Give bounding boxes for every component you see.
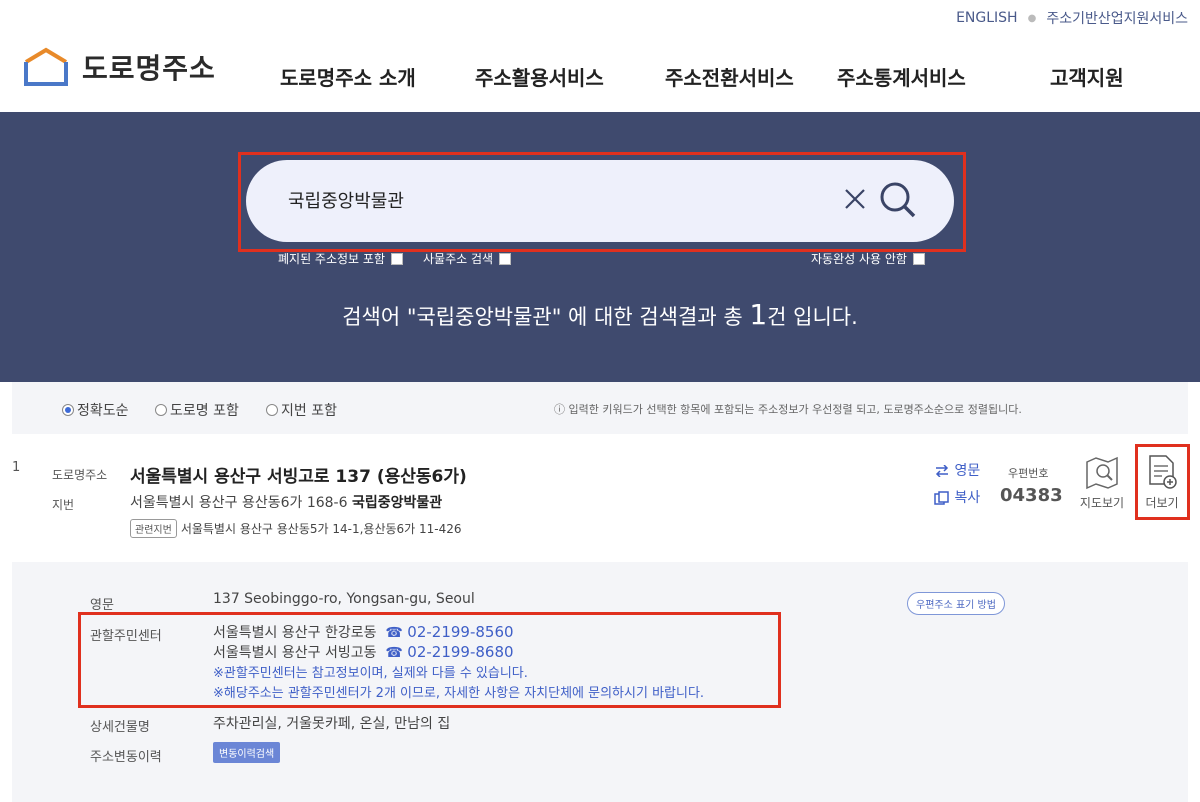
map-view-label: 지도보기	[1079, 496, 1125, 510]
main-nav: 도로명주소 소개 주소활용서비스 주소전환서비스 주소통계서비스 고객지원	[250, 62, 1200, 98]
center-highlight-box	[78, 612, 781, 708]
house-logo-icon	[24, 47, 68, 86]
sort-note: ⓘ 입력한 키워드가 선택한 항목에 포함되는 주소정보가 우선정렬 되고, 도…	[554, 403, 1022, 416]
postal-guide-button[interactable]: 우편주소 표기 방법	[907, 592, 1005, 615]
english-label: 영문	[954, 463, 981, 479]
checkbox[interactable]	[391, 252, 403, 265]
utility-links: ENGLISH ● 주소기반산업지원서비스	[956, 8, 1188, 28]
nav-item-usage[interactable]: 주소활용서비스	[475, 62, 604, 91]
copy-button[interactable]: 복사	[934, 487, 980, 507]
building-name: 국립중앙박물관	[351, 495, 443, 511]
swap-icon	[935, 464, 949, 478]
nav-item-stats[interactable]: 주소통계서비스	[837, 62, 966, 91]
radio-selected[interactable]	[62, 404, 74, 416]
map-icon	[1086, 456, 1118, 490]
building-detail-label: 상세건물명	[90, 720, 150, 735]
checkbox[interactable]	[912, 252, 925, 265]
summary-prefix: 검색어 "국립중앙박물관" 에 대한 검색결과 총	[342, 305, 750, 329]
nav-item-convert[interactable]: 주소전환서비스	[665, 62, 794, 91]
sort-bar: 정확도순 도로명 포함 지번 포함 ⓘ 입력한 키워드가 선택한 항목에 포함되…	[12, 382, 1188, 434]
radio[interactable]	[266, 404, 278, 416]
header: ENGLISH ● 주소기반산업지원서비스 도로명주소 도로명주소 소개 주소활…	[0, 0, 1200, 112]
sort-road[interactable]: 도로명 포함	[155, 400, 239, 420]
sort-label: 지번 포함	[281, 403, 337, 419]
eng-label: 영문	[90, 598, 114, 613]
summary-suffix: 건 입니다.	[767, 305, 858, 329]
eng-address: 137 Seobinggo-ro, Yongsan-gu, Seoul	[213, 591, 475, 607]
copy-label: 복사	[954, 490, 981, 506]
more-highlight-box	[1135, 444, 1190, 520]
result-count: 1	[749, 298, 768, 331]
logo-text: 도로명주소	[82, 52, 216, 85]
option-closed-address[interactable]: 폐지된 주소정보 포함	[278, 250, 403, 267]
option-label: 자동완성 사용 안함	[811, 252, 907, 266]
postal-code: 04383	[1000, 485, 1063, 506]
option-label: 폐지된 주소정보 포함	[278, 252, 385, 266]
building-detail-value: 주차관리실, 거울못카페, 온실, 만남의 집	[213, 716, 451, 732]
history-label: 주소변동이력	[90, 750, 162, 765]
sort-label: 도로명 포함	[170, 403, 239, 419]
jibun-address-row: 서울특별시 용산구 용산동6가 168-6 국립중앙박물관	[130, 492, 442, 512]
sort-accuracy[interactable]: 정확도순	[62, 400, 129, 420]
sort-label: 정확도순	[77, 403, 129, 419]
result-item: 1 도로명주소 서울특별시 용산구 서빙고로 137 (용산동6가) 지번 서울…	[12, 434, 1188, 562]
postal-label: 우편번호	[1008, 467, 1049, 480]
option-autocomplete-off[interactable]: 자동완성 사용 안함	[811, 250, 925, 267]
option-label: 사물주소 검색	[423, 252, 494, 266]
checkbox[interactable]	[499, 252, 512, 265]
road-address-label: 도로명주소	[52, 468, 108, 482]
jibun-address: 서울특별시 용산구 용산동6가 168-6	[130, 495, 348, 511]
history-search-button[interactable]: 변동이력검색	[213, 742, 281, 763]
road-address: 서울특별시 용산구 서빙고로 137 (용산동6가)	[130, 467, 467, 487]
nav-item-support[interactable]: 고객지원	[1050, 62, 1124, 91]
map-view-button[interactable]: 지도보기	[1076, 456, 1128, 511]
result-index: 1	[12, 460, 21, 475]
support-service-link[interactable]: 주소기반산업지원서비스	[1046, 8, 1188, 28]
option-object-address[interactable]: 사물주소 검색	[423, 250, 512, 267]
related-jibun: 서울특별시 용산구 용산동5가 14-1,용산동6가 11-426	[180, 522, 462, 536]
radio[interactable]	[155, 404, 167, 416]
english-link[interactable]: ENGLISH	[956, 10, 1018, 26]
search-hero: 국립중앙박물관 폐지된 주소정보 포함 사물주소 검색 자동완성 사용 안함 검…	[0, 112, 1200, 382]
english-button[interactable]: 영문	[934, 460, 980, 480]
nav-item-intro[interactable]: 도로명주소 소개	[280, 62, 416, 91]
copy-icon	[934, 491, 949, 505]
sort-jibun[interactable]: 지번 포함	[266, 400, 337, 420]
jibun-label: 지번	[52, 498, 75, 512]
search-highlight-box	[238, 152, 966, 252]
related-jibun-row: 관련지번 서울특별시 용산구 용산동5가 14-1,용산동6가 11-426	[130, 519, 462, 538]
result-summary: 검색어 "국립중앙박물관" 에 대한 검색결과 총 1건 입니다.	[0, 298, 1200, 331]
separator-dot: ●	[1027, 12, 1037, 24]
related-jibun-tag: 관련지번	[130, 519, 177, 538]
site-logo[interactable]: 도로명주소	[22, 46, 216, 88]
